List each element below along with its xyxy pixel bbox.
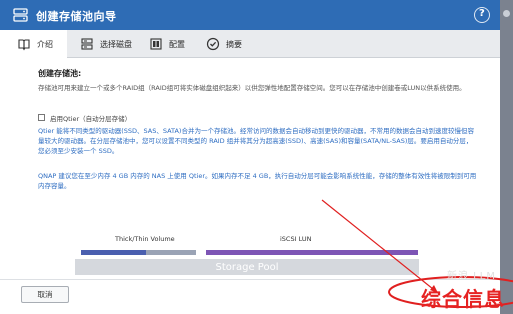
- step-intro[interactable]: 介绍: [0, 30, 67, 58]
- step-select-disks-label: 选择磁盘: [100, 40, 132, 49]
- step-summary-label: 摘要: [226, 40, 242, 49]
- intro-text: 存储池可用来建立一个或多个RAID组（RAID组可将实体磁盘组织起来）以供您弹性…: [38, 84, 466, 92]
- title-bar: 创建存储池向导 ?: [0, 0, 500, 30]
- app-root: 创建存储池向导 ? 介绍 选择磁盘 配置 摘要 创建存储池: 存储池可用来建立一…: [0, 0, 513, 314]
- lun-label: iSCSI LUN: [280, 235, 312, 243]
- lun-bar: [206, 250, 418, 255]
- config-icon: [150, 38, 162, 50]
- volume-bar-primary: [81, 250, 146, 255]
- qtier-checkbox[interactable]: [38, 114, 45, 121]
- watermark-small: 新浪 LLM: [447, 271, 496, 282]
- step-summary[interactable]: 摘要: [197, 30, 257, 58]
- wizard-steps: 介绍 选择磁盘 配置 摘要: [0, 30, 500, 58]
- check-circle-icon: [206, 37, 220, 51]
- qtier-description: Qtier 能将不同类型的驱动器(SSD、SAS、SATA)合并为一个存储池。经…: [38, 127, 474, 155]
- step-configure[interactable]: 配置: [142, 30, 197, 58]
- guide-icon: [18, 39, 30, 51]
- create-storage-pool-dialog: 创建存储池向导 ? 介绍 选择磁盘 配置 摘要 创建存储池: 存储池可用来建立一…: [0, 0, 500, 314]
- help-icon-glyph: ?: [479, 8, 485, 19]
- qtier-memory-note: QNAP 建议您在至少内存 4 GB 内存的 NAS 上使用 Qtier。如果内…: [38, 172, 477, 190]
- notification-dot: [503, 10, 510, 17]
- storage-diagram: Thick/Thin Volume iSCSI LUN Storage Pool: [75, 235, 419, 275]
- storage-pool-icon: [13, 8, 28, 22]
- content-heading: 创建存储池:: [38, 69, 82, 78]
- step-intro-label: 介绍: [37, 40, 53, 49]
- volume-bar-secondary: [146, 250, 196, 255]
- desktop-backdrop: [500, 0, 513, 314]
- storage-pool-label: Storage Pool: [215, 262, 279, 273]
- disk-icon: [81, 38, 93, 50]
- help-icon[interactable]: ?: [474, 7, 490, 23]
- watermark-stamp: 综合信息: [421, 287, 505, 311]
- volume-label: Thick/Thin Volume: [115, 235, 175, 243]
- dialog-title: 创建存储池向导: [36, 10, 117, 23]
- step-configure-label: 配置: [169, 40, 185, 49]
- footer-divider: [0, 279, 500, 280]
- qtier-checkbox-label: 启用Qtier（自动分层存储）: [50, 115, 132, 123]
- cancel-button[interactable]: 取消: [21, 286, 69, 303]
- storage-pool-block: Storage Pool: [75, 259, 419, 275]
- step-select-disks[interactable]: 选择磁盘: [67, 30, 142, 58]
